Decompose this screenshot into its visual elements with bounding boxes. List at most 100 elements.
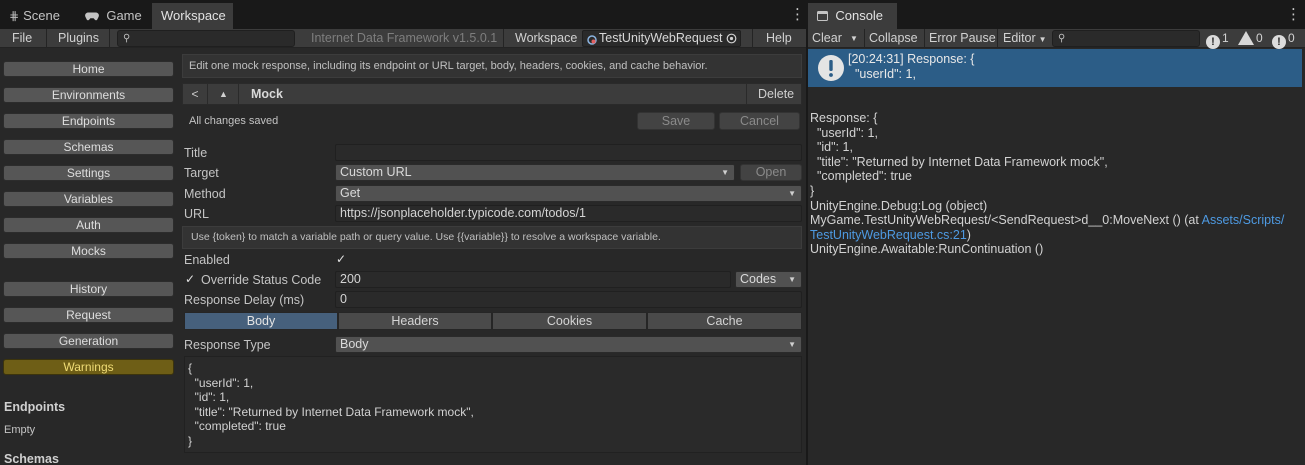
log-entry-text: [20:24:31] Response: { "userId": 1, [848, 52, 975, 81]
workspace-toolbar: File Plugins ⚲ Internet Data Framework v… [0, 29, 806, 48]
tab-cookies[interactable]: Cookies [492, 312, 647, 330]
codes-label: Codes [740, 272, 777, 286]
endpoints-heading: Endpoints [4, 400, 66, 414]
warning-count-toggle[interactable]: 0 [1238, 29, 1263, 48]
object-picker-icon[interactable] [726, 33, 737, 47]
console-search-input[interactable]: ⚲ [1052, 30, 1200, 47]
file-menu[interactable]: File [12, 29, 32, 48]
tab-workspace[interactable]: Workspace [152, 3, 233, 29]
mock-description: Edit one mock response, including its en… [182, 54, 802, 78]
search-icon: ⚲ [123, 33, 131, 44]
response-type-value: Body [340, 337, 369, 351]
editor-dropdown[interactable]: Editor ▼ [1003, 29, 1047, 48]
tab-console[interactable]: Console [808, 3, 897, 29]
target-dropdown[interactable]: Custom URL ▼ [335, 164, 735, 181]
back-button[interactable]: < [183, 84, 208, 104]
log-entry-selected[interactable]: [20:24:31] Response: { "userId": 1, [808, 49, 1302, 87]
delay-input[interactable]: 0 [335, 291, 802, 308]
chevron-down-icon: ▼ [788, 275, 796, 284]
console-toolbar: Clear ▼ Collapse Error Pause Editor ▼ ⚲ !… [808, 29, 1305, 49]
schemas-heading: Schemas [4, 452, 59, 465]
cancel-button[interactable]: Cancel [719, 112, 800, 130]
workspace-label: Workspace [515, 31, 578, 45]
toolbar-search-input[interactable]: ⚲ [117, 30, 295, 47]
sidebar-item-variables[interactable]: Variables [3, 191, 174, 207]
info-icon: ! [1206, 35, 1220, 49]
sidebar-item-home[interactable]: Home [3, 61, 174, 77]
up-button[interactable]: ▲ [209, 84, 239, 104]
search-icon: ⚲ [1058, 33, 1066, 44]
info-count-toggle[interactable]: ! 1 [1206, 29, 1229, 49]
tab-body[interactable]: Body [184, 312, 338, 330]
workspace-window: ⋕ Scene Game Workspace ⋮ File Plugins ⚲ I… [0, 0, 806, 465]
console-menu-icon[interactable]: ⋮ [1286, 5, 1301, 25]
info-icon [818, 55, 844, 81]
override-status-label: Override Status Code [201, 273, 322, 287]
error-icon: ! [1272, 35, 1286, 49]
codes-dropdown[interactable]: Codes ▼ [735, 271, 802, 288]
sidebar-item-history[interactable]: History [3, 281, 174, 297]
method-dropdown[interactable]: Get ▼ [335, 185, 802, 202]
console-icon [817, 9, 831, 23]
url-label: URL [184, 207, 210, 221]
delete-button[interactable]: Delete [758, 84, 794, 104]
response-type-dropdown[interactable]: Body ▼ [335, 336, 802, 353]
workspace-value: TestUnityWebRequest [599, 31, 723, 45]
enabled-checkbox[interactable]: ✓ [336, 252, 346, 266]
sidebar-item-endpoints[interactable]: Endpoints [3, 113, 174, 129]
help-menu[interactable]: Help [766, 29, 792, 48]
log-detail[interactable]: Response: { "userId": 1, "id": 1, "title… [810, 111, 1284, 257]
save-button[interactable]: Save [637, 112, 715, 130]
sidebar-item-schemas[interactable]: Schemas [3, 139, 174, 155]
error-count-toggle[interactable]: ! 0 [1272, 29, 1295, 49]
response-type-label: Response Type [184, 338, 271, 352]
tab-game[interactable]: Game [76, 3, 151, 29]
grid-icon: ⋕ [9, 9, 20, 23]
save-status: All changes saved [189, 115, 279, 127]
sidebar-item-settings[interactable]: Settings [3, 165, 174, 181]
response-body-editor[interactable]: { "userId": 1, "id": 1, "title": "Return… [184, 356, 802, 453]
collapse-toggle[interactable]: Collapse [869, 29, 918, 48]
workspace-field[interactable]: TestUnityWebRequest [582, 30, 741, 47]
object-icon [587, 34, 597, 48]
open-button[interactable]: Open [740, 164, 802, 181]
mock-header-bar: < ▲ Mock Delete [182, 83, 802, 105]
chevron-down-icon: ▼ [788, 340, 796, 349]
sidebar-item-warnings[interactable]: Warnings [3, 359, 174, 375]
title-label: Title [184, 146, 208, 160]
target-label: Target [184, 166, 219, 180]
method-label: Method [184, 187, 226, 201]
sidebar-item-environments[interactable]: Environments [3, 87, 174, 103]
tab-scene[interactable]: ⋕ Scene [0, 3, 69, 29]
sidebar-item-request[interactable]: Request [3, 307, 174, 323]
gamepad-icon [85, 9, 102, 23]
chevron-down-icon: ▼ [788, 189, 796, 198]
product-version: Internet Data Framework v1.5.0.1 [311, 31, 498, 45]
tab-cache[interactable]: Cache [647, 312, 802, 330]
title-input[interactable] [335, 144, 802, 161]
endpoints-empty-text: Empty [4, 424, 36, 436]
sidebar-item-generation[interactable]: Generation [3, 333, 174, 349]
method-value: Get [340, 186, 361, 200]
clear-options-chevron-icon[interactable]: ▼ [850, 29, 858, 48]
status-code-input[interactable]: 200 [335, 271, 731, 288]
chevron-down-icon: ▼ [1038, 35, 1047, 44]
warning-icon [1238, 31, 1254, 45]
target-value: Custom URL [340, 165, 412, 179]
clear-button[interactable]: Clear [812, 29, 842, 48]
delay-label: Response Delay (ms) [184, 293, 305, 307]
tab-headers[interactable]: Headers [338, 312, 492, 330]
left-tab-bar: ⋕ Scene Game Workspace ⋮ [0, 0, 806, 29]
sidebar-item-mocks[interactable]: Mocks [3, 243, 174, 259]
right-tab-bar: Console ⋮ [808, 0, 1305, 29]
enabled-label: Enabled [184, 253, 230, 267]
left-pane-menu-icon[interactable]: ⋮ [790, 5, 805, 25]
plugins-menu[interactable]: Plugins [58, 29, 99, 48]
override-status-checkbox[interactable]: ✓ [185, 272, 195, 286]
error-pause-toggle[interactable]: Error Pause [929, 29, 996, 48]
mock-title: Mock [251, 87, 283, 101]
url-hint: Use {token} to match a variable path or … [182, 226, 802, 249]
chevron-down-icon: ▼ [721, 168, 729, 177]
sidebar-item-auth[interactable]: Auth [3, 217, 174, 233]
url-input[interactable]: https://jsonplaceholder.typicode.com/tod… [335, 205, 802, 222]
